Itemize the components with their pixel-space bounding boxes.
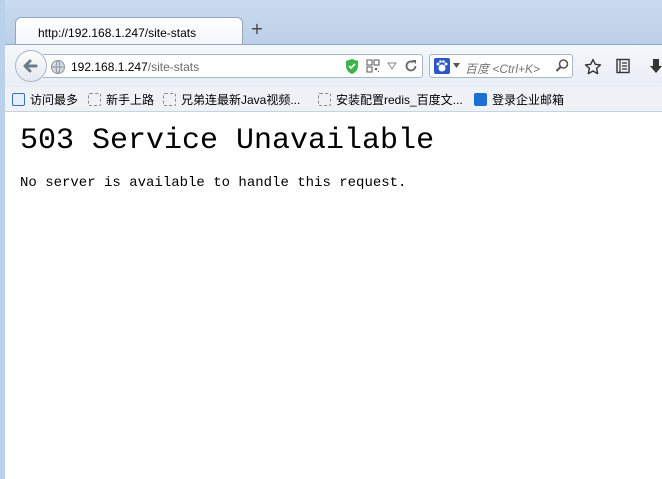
bookmark-enterprise-mail[interactable]: 登录企业邮箱 xyxy=(474,91,564,107)
page-icon xyxy=(163,93,176,106)
url-text: 192.168.1.247/site-stats xyxy=(71,60,199,74)
download-icon[interactable] xyxy=(649,58,662,76)
shield-icon[interactable] xyxy=(344,58,360,75)
bookmark-star-icon[interactable] xyxy=(584,58,602,76)
url-path: /site-stats xyxy=(147,60,200,74)
bookmark-redis-doc[interactable]: 安装配置redis_百度文... xyxy=(318,91,463,107)
back-button[interactable] xyxy=(15,50,47,82)
tab-current[interactable]: http://192.168.1.247/site-stats xyxy=(15,17,243,45)
url-bar[interactable]: 192.168.1.247/site-stats xyxy=(43,54,423,78)
globe-icon xyxy=(51,60,65,74)
navigation-bar: 192.168.1.247/site-stats 百度 <Ctrl+K> xyxy=(5,44,662,87)
page-icon xyxy=(88,93,101,106)
engine-dropdown-icon[interactable] xyxy=(453,63,460,68)
mail-icon xyxy=(474,93,487,106)
error-message: No server is available to handle this re… xyxy=(20,175,407,191)
new-tab-button[interactable]: + xyxy=(250,21,264,37)
page-title: 503 Service Unavailable xyxy=(20,124,435,158)
history-dropdown-icon[interactable] xyxy=(387,62,397,70)
bookmark-java-videos[interactable]: 兄弟连最新Java视频... xyxy=(163,91,300,107)
most-visited-icon xyxy=(12,93,25,106)
search-bar[interactable]: 百度 <Ctrl+K> xyxy=(429,54,573,78)
search-icon[interactable] xyxy=(554,58,570,74)
tab-strip: http://192.168.1.247/site-stats + xyxy=(5,0,662,45)
bookmark-label: 兄弟连最新Java视频... xyxy=(181,93,301,107)
browser-window: http://192.168.1.247/site-stats + 192.16… xyxy=(0,0,662,479)
bookmark-label: 新手上路 xyxy=(106,93,155,107)
baidu-engine-icon[interactable] xyxy=(434,58,450,74)
page-content: 503 Service Unavailable No server is ava… xyxy=(20,112,660,191)
reload-icon[interactable] xyxy=(403,58,419,74)
url-host: 192.168.1.247 xyxy=(71,60,148,74)
bookmarks-menu-icon[interactable] xyxy=(615,58,631,74)
bookmark-label: 安装配置redis_百度文... xyxy=(336,93,463,107)
back-arrow-icon xyxy=(23,59,38,73)
tab-title: http://192.168.1.247/site-stats xyxy=(38,26,197,40)
bookmarks-toolbar: 访问最多 新手上路 兄弟连最新Java视频... 安装配置redis_百度文..… xyxy=(5,87,662,112)
bookmark-getting-started[interactable]: 新手上路 xyxy=(88,91,154,107)
bookmark-most-visited[interactable]: 访问最多 xyxy=(12,91,78,107)
search-input[interactable]: 百度 <Ctrl+K> xyxy=(465,60,540,77)
bookmark-label: 访问最多 xyxy=(30,93,79,107)
page-icon xyxy=(318,93,331,106)
qr-code-icon[interactable] xyxy=(366,59,380,73)
bookmark-label: 登录企业邮箱 xyxy=(492,93,565,107)
